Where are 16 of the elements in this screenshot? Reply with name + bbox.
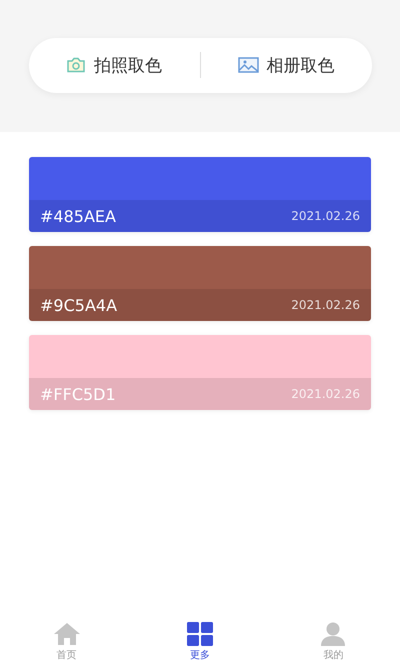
color-card[interactable]: #485AEA 2021.02.26 bbox=[29, 157, 371, 232]
color-code: #9C5A4A bbox=[40, 296, 118, 314]
pick-button[interactable]: 相册取色 bbox=[200, 38, 372, 92]
date-label: 2021.02.26 bbox=[291, 209, 360, 223]
tab[interactable]: 更多 bbox=[133, 616, 267, 662]
home-icon bbox=[52, 622, 81, 646]
color-card[interactable]: #9C5A4A 2021.02.26 bbox=[29, 246, 371, 321]
pick-button[interactable]: 拍照取色 bbox=[28, 38, 200, 92]
date-label: 2021.02.26 bbox=[291, 298, 360, 312]
person-icon bbox=[321, 622, 346, 646]
color-code: #FFC5D1 bbox=[40, 384, 116, 404]
grid-icon bbox=[186, 622, 213, 646]
date-label: 2021.02.26 bbox=[291, 387, 360, 401]
color-code: #485AEA bbox=[40, 206, 116, 226]
image-icon bbox=[238, 57, 258, 73]
camera-icon bbox=[66, 57, 86, 73]
